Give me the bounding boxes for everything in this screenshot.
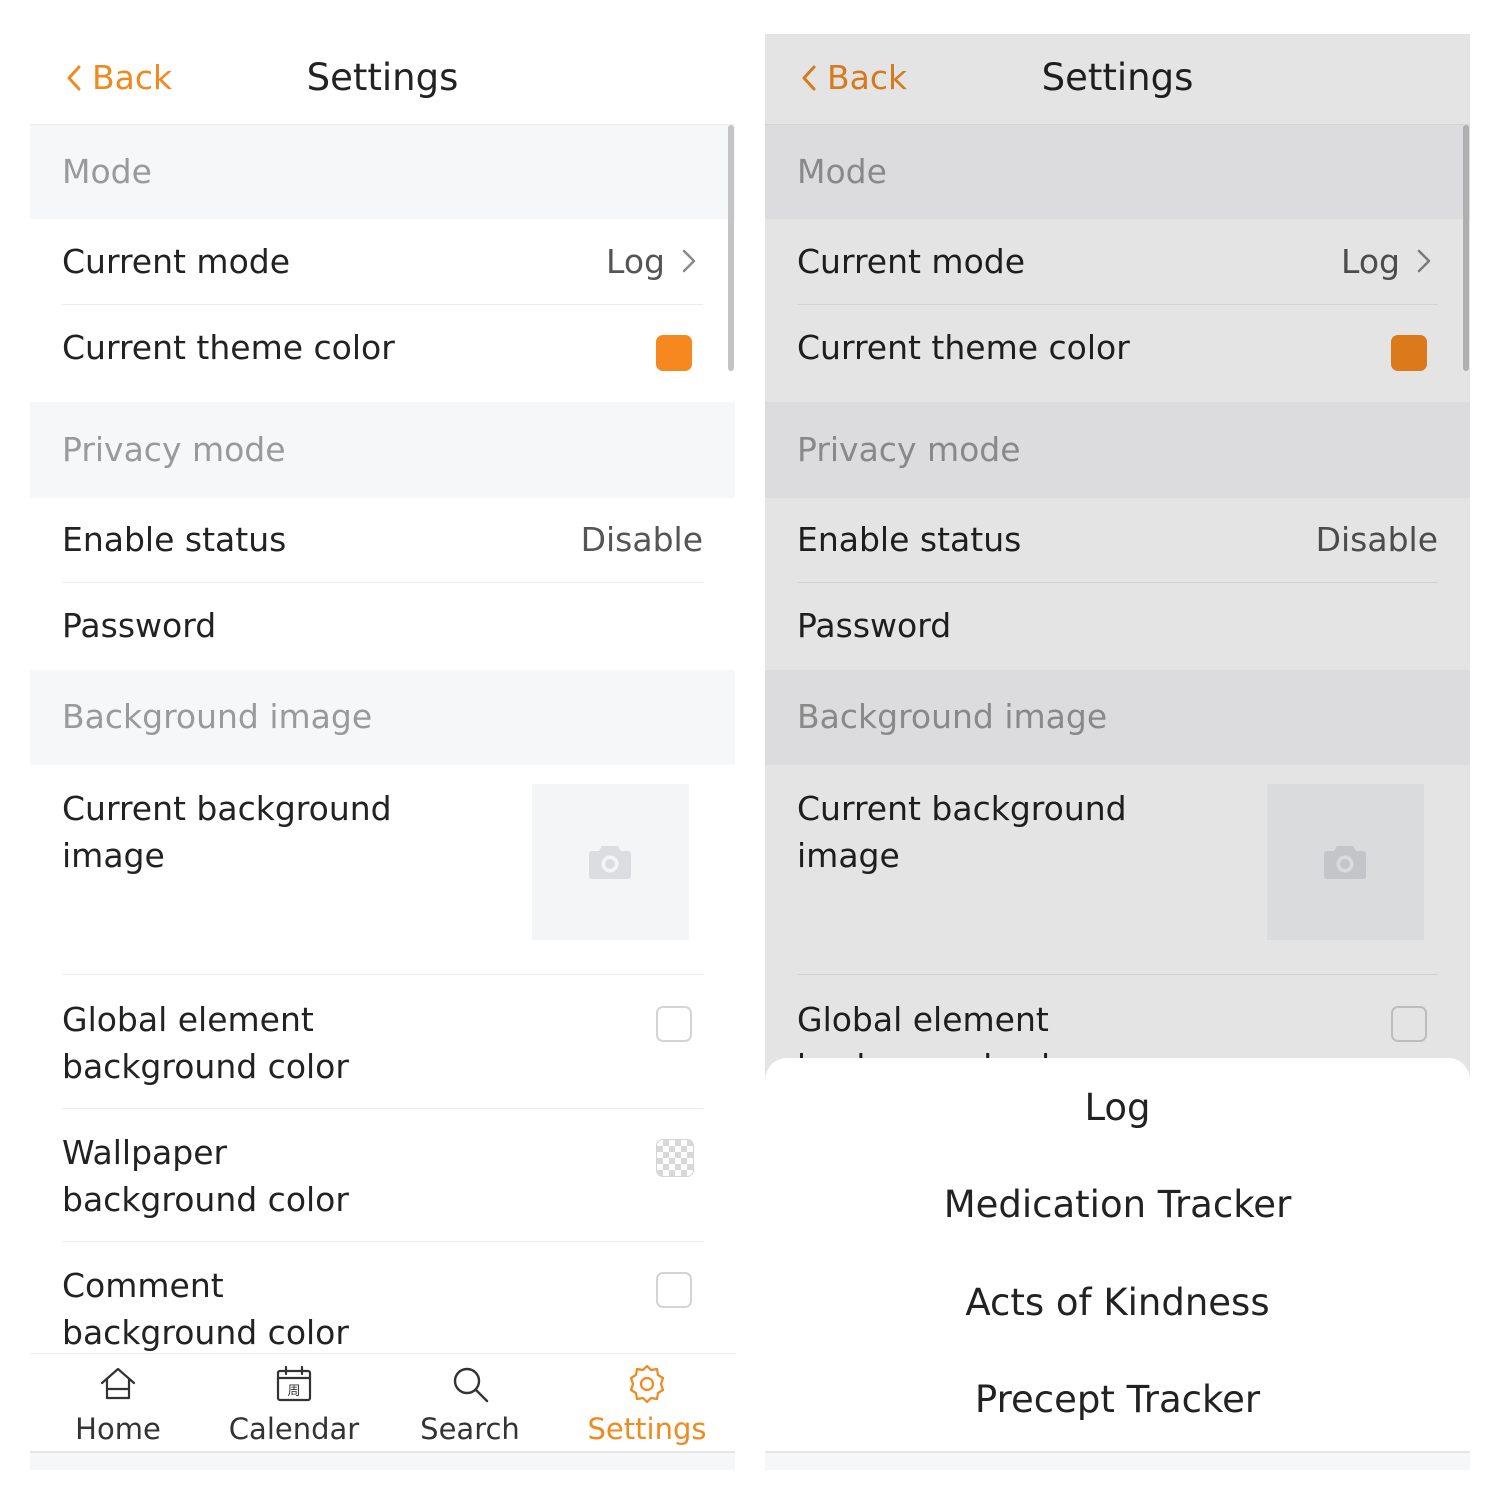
mode-picker-sheet: Log Medication Tracker Acts of Kindness … [765,1058,1470,1470]
comment-color-box[interactable] [656,1272,692,1308]
section-header-privacy: Privacy mode [30,402,735,498]
theme-color-label: Current theme color [62,328,395,367]
section-header-background: Background image [30,670,735,765]
wallpaper-color-box[interactable] [656,1139,694,1177]
password-row[interactable]: Password [30,583,735,669]
global-element-row[interactable]: Global element background color [30,976,735,1109]
tab-bar: Home 周 Calendar Search Settings [30,1353,735,1452]
calendar-icon: 周 [276,1365,312,1402]
label-line: Wallpaper [62,1133,228,1172]
search-icon [453,1367,489,1403]
current-mode-label: Current mode [62,242,291,281]
tab-label: Search [420,1412,520,1446]
mode-option-acts-of-kindness[interactable]: Acts of Kindness [765,1281,1470,1324]
section-header-mode: Mode [30,125,735,219]
tab-label: Settings [587,1412,707,1446]
current-mode-row[interactable]: Current mode Log [30,220,735,305]
home-indicator-bar [30,1451,735,1470]
comment-label: Comment background color [62,1262,349,1356]
comment-row[interactable]: Comment background color [30,1242,735,1353]
bg-image-picker[interactable] [532,784,689,940]
settings-screen: Back Settings Mode Current mode Log Curr… [30,34,735,1470]
wallpaper-label: Wallpaper background color [62,1129,349,1223]
label-line: background color [62,1313,349,1352]
divider [62,974,703,975]
tab-search[interactable]: Search [382,1354,558,1452]
nav-bar: Back Settings [30,34,735,125]
password-label: Password [62,606,217,645]
tab-label: Calendar [228,1412,360,1446]
gear-icon [629,1364,665,1404]
enable-status-value: Disable [580,520,703,559]
enable-status-row[interactable]: Enable status Disable [30,498,735,583]
section-label: Mode [62,152,152,191]
tab-calendar[interactable]: 周 Calendar [206,1354,382,1452]
theme-color-swatch[interactable] [656,335,692,371]
label-line: Comment [62,1266,224,1305]
section-label: Privacy mode [62,430,286,469]
home-indicator-bar [765,1451,1470,1470]
mode-option-precept-tracker[interactable]: Precept Tracker [765,1378,1470,1421]
label-line: Current background [62,789,392,828]
label-line: image [62,836,165,875]
current-mode-value: Log [606,242,665,281]
calendar-glyph: 周 [287,1384,300,1399]
global-element-color-box[interactable] [656,1006,692,1042]
chevron-right-icon [682,249,696,273]
theme-color-row[interactable]: Current theme color [30,305,735,401]
tab-home[interactable]: Home [30,1354,206,1452]
scrollbar[interactable] [728,125,734,371]
global-element-label: Global element background color [62,996,349,1090]
bg-image-label: Current background image [62,785,392,879]
camera-icon [589,846,631,879]
section-label: Background image [62,697,373,736]
settings-screen-with-picker: Back Settings Mode Current mode Log Curr… [765,34,1470,1470]
label-line: background color [62,1047,349,1086]
mode-option-medication-tracker[interactable]: Medication Tracker [765,1183,1470,1226]
home-icon [100,1367,136,1400]
label-line: background color [62,1180,349,1219]
label-line: Global element [62,1000,314,1039]
tab-label: Home [75,1412,161,1446]
tab-settings[interactable]: Settings [559,1354,735,1452]
enable-status-label: Enable status [62,520,287,559]
mode-option-log[interactable]: Log [765,1086,1470,1129]
page-title: Settings [306,56,459,99]
wallpaper-row[interactable]: Wallpaper background color [30,1109,735,1242]
